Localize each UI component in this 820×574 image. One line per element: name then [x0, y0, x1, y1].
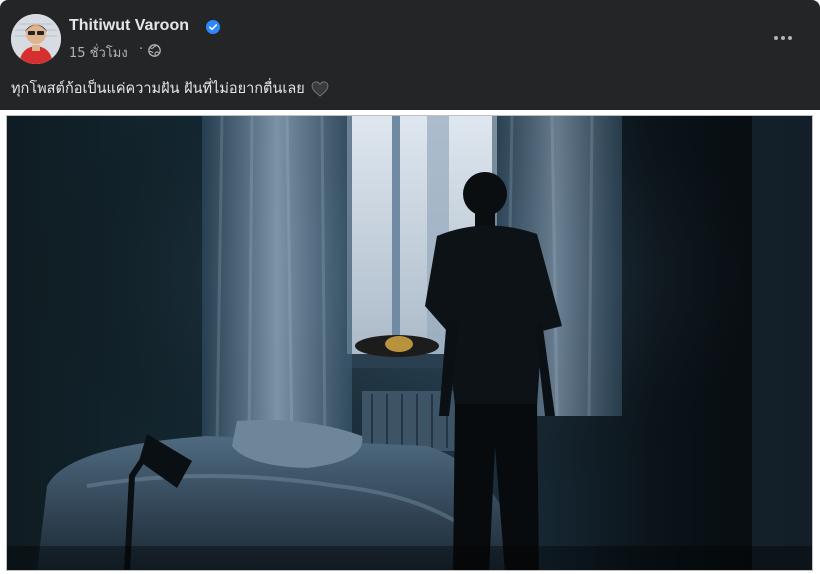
post-header: Thitiwut Varoon 15 ชั่วโมง · ทุกโพสต์ก้อ…	[0, 0, 820, 110]
post-photo[interactable]	[6, 115, 813, 571]
post-photo-frame	[0, 110, 820, 574]
facebook-post: Thitiwut Varoon 15 ชั่วโมง · ทุกโพสต์ก้อ…	[0, 0, 820, 574]
globe-icon[interactable]	[148, 44, 161, 57]
post-caption: ทุกโพสต์ก้อเป็นแค่ความฝัน ฝันที่ไม่อยากต…	[11, 81, 305, 97]
more-options-button[interactable]	[765, 24, 801, 52]
meta-separator: ·	[139, 42, 144, 57]
more-options-icon	[774, 36, 778, 40]
verified-badge-icon	[206, 20, 220, 34]
author-avatar[interactable]	[11, 14, 61, 64]
avatar-image	[11, 14, 61, 64]
post-text: ทุกโพสต์ก้อเป็นแค่ความฝัน ฝันที่ไม่อยากต…	[11, 77, 329, 100]
post-timestamp[interactable]: 15 ชั่วโมง	[69, 42, 128, 63]
bedroom-silhouette-image	[7, 116, 812, 570]
author-name[interactable]: Thitiwut Varoon	[69, 17, 189, 35]
black-heart-icon	[311, 81, 329, 97]
